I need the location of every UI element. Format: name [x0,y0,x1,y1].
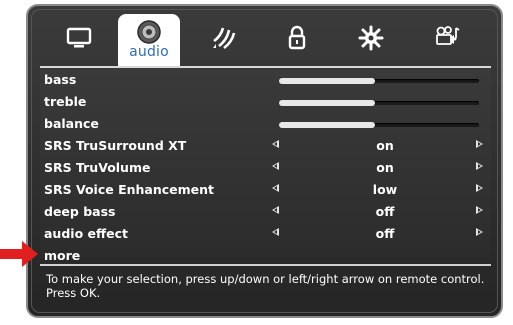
menu-row-bass[interactable]: bass [40,70,491,92]
menu-row-srs-voice-enhancement[interactable]: SRS Voice Enhancement low [40,180,491,202]
menu-row-balance[interactable]: balance [40,114,491,136]
menu-row-deep-bass[interactable]: deep bass off [40,202,491,224]
bass-slider[interactable] [279,78,479,84]
row-label: more [44,248,81,263]
left-arrow-icon[interactable] [272,162,279,170]
red-pointer-arrow-icon [0,241,38,267]
right-arrow-icon[interactable] [476,206,483,214]
row-label: SRS TruSurround XT [44,138,187,153]
left-arrow-icon[interactable] [272,184,279,192]
tab-lock[interactable] [266,18,328,64]
media-icon [436,26,460,45]
row-value: on [376,160,394,175]
audio-settings-panel: bass treble balance SRS TruSurround XT o… [40,66,491,263]
tv-icon [66,27,92,48]
help-text: To make your selection, press up/down or… [46,272,485,300]
wireless-icon [213,27,236,50]
menu-tab-bar: audio [40,14,491,68]
help-bar: To make your selection, press up/down or… [40,264,491,312]
row-label: audio effect [44,226,128,241]
menu-row-srs-truvolume[interactable]: SRS TruVolume on [40,158,491,180]
left-arrow-icon[interactable] [272,206,279,214]
menu-row-audio-effect[interactable]: audio effect off [40,224,491,246]
tv-osd-menu: audio bass treble balance SRS TruSurroun… [26,4,503,318]
slider-fill [279,78,375,84]
tab-network[interactable] [192,18,254,64]
menu-row-srs-trusurround[interactable]: SRS TruSurround XT on [40,136,491,158]
treble-slider[interactable] [279,100,479,106]
right-arrow-icon[interactable] [476,228,483,236]
row-label: SRS Voice Enhancement [44,182,215,197]
row-label: balance [44,116,99,131]
lock-icon [288,25,306,50]
row-value: on [376,138,394,153]
row-label: bass [44,72,77,87]
right-arrow-icon[interactable] [476,162,483,170]
tab-audio[interactable]: audio [118,14,180,68]
slider-fill [279,100,375,106]
tab-label-audio: audio [129,44,169,60]
row-value: low [372,182,398,197]
menu-row-treble[interactable]: treble [40,92,491,114]
row-label: deep bass [44,204,116,219]
row-label: treble [44,94,87,109]
slider-fill [279,122,375,128]
left-arrow-icon[interactable] [272,228,279,236]
row-value: off [375,226,395,241]
left-arrow-icon[interactable] [272,140,279,148]
row-value: off [375,204,395,219]
speaker-icon [137,20,161,44]
tab-settings[interactable] [340,18,402,64]
gear-icon [358,25,384,51]
tab-media[interactable] [416,18,478,64]
right-arrow-icon[interactable] [476,184,483,192]
right-arrow-icon[interactable] [476,140,483,148]
row-label: SRS TruVolume [44,160,151,175]
balance-slider[interactable] [279,122,479,128]
tab-picture[interactable] [48,18,110,64]
